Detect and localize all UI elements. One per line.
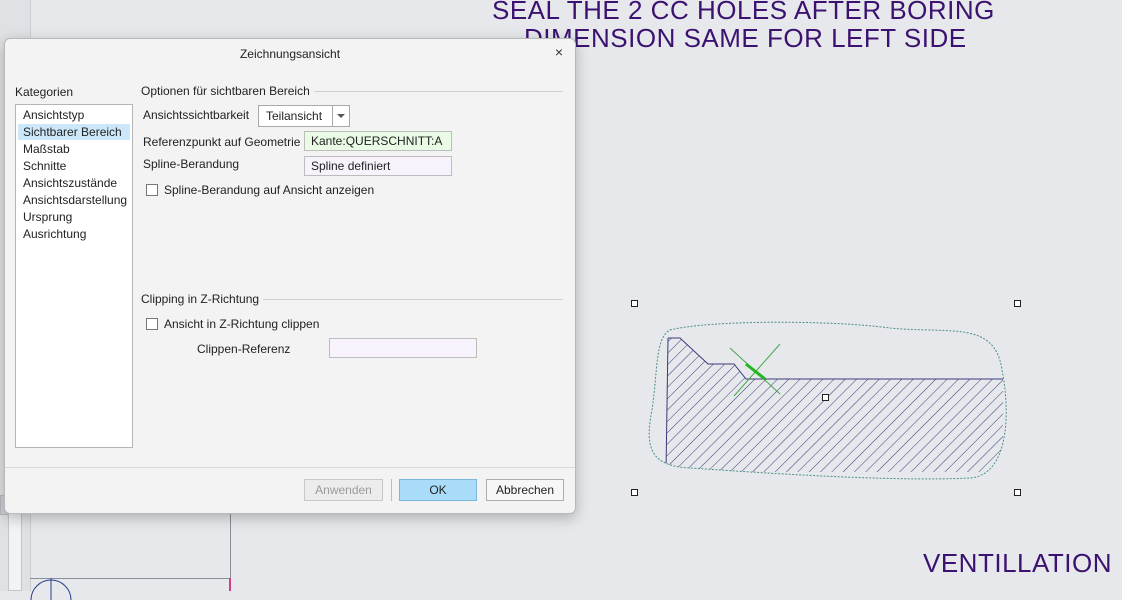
dialog-title: Zeichnungsansicht: [239, 47, 341, 61]
show-spline-label[interactable]: Spline-Berandung auf Ansicht anzeigen: [164, 183, 374, 197]
selection-handle-top-left[interactable]: [631, 300, 638, 307]
show-spline-checkbox[interactable]: [146, 184, 158, 196]
category-item-view-display[interactable]: Ansichtsdarstellung: [18, 192, 130, 208]
reference-point-label: Referenzpunkt auf Geometrie: [143, 135, 301, 149]
selection-handle-bottom-right[interactable]: [1014, 489, 1021, 496]
dialog-titlebar[interactable]: Zeichnungsansicht ×: [5, 39, 575, 69]
selection-handle-center[interactable]: [822, 394, 829, 401]
category-item-alignment[interactable]: Ausrichtung: [18, 226, 130, 242]
cancel-button[interactable]: Abbrechen: [486, 479, 564, 501]
drawing-frame-marker: [229, 578, 231, 591]
button-separator: [391, 479, 392, 501]
drawing-view-dialog: Zeichnungsansicht × Kategorien Ansichtst…: [4, 38, 576, 514]
categories-label: Kategorien: [15, 85, 74, 99]
category-item-view-type[interactable]: Ansichtstyp: [18, 107, 130, 123]
reference-point-field[interactable]: Kante:QUERSCHNITT:A: [304, 131, 452, 151]
origin-circle: [30, 578, 72, 600]
category-item-visible-area[interactable]: Sichtbarer Bereich: [18, 124, 130, 140]
category-item-scale[interactable]: Maßstab: [18, 141, 130, 157]
selection-handle-bottom-left[interactable]: [631, 489, 638, 496]
spline-boundary-label: Spline-Berandung: [143, 157, 240, 171]
footer-divider: [5, 467, 575, 468]
clip-z-label[interactable]: Ansicht in Z-Richtung clippen: [164, 317, 319, 331]
categories-list[interactable]: Ansichtstyp Sichtbarer Bereich Maßstab S…: [15, 104, 133, 448]
category-item-origin[interactable]: Ursprung: [18, 209, 130, 225]
visibility-dropdown[interactable]: Teilansicht: [258, 105, 350, 127]
chevron-down-icon[interactable]: [332, 106, 349, 126]
category-item-sections[interactable]: Schnitte: [18, 158, 130, 174]
close-icon[interactable]: ×: [551, 44, 567, 60]
apply-button[interactable]: Anwenden: [304, 479, 383, 501]
selection-handle-top-right[interactable]: [1014, 300, 1021, 307]
visibility-value: Teilansicht: [266, 109, 323, 123]
clip-reference-field[interactable]: [329, 338, 477, 358]
clip-z-checkbox[interactable]: [146, 318, 158, 330]
spline-boundary-field[interactable]: Spline definiert: [304, 156, 452, 176]
drawing-note-dimension[interactable]: DIMENSION SAME FOR LEFT SIDE: [524, 24, 967, 52]
clipping-group-title: Clipping in Z-Richtung: [141, 292, 264, 306]
visibility-label: Ansichtssichtbarkeit: [143, 108, 250, 122]
visible-area-group-title: Optionen für sichtbaren Bereich: [141, 84, 314, 98]
drawing-note-seal[interactable]: SEAL THE 2 CC HOLES AFTER BORING: [492, 0, 995, 24]
drawing-note-ventilation[interactable]: VENTILLATION: [923, 549, 1112, 577]
drawing-frame-line: [230, 512, 231, 578]
partial-view-geometry[interactable]: [630, 300, 1030, 500]
ok-button[interactable]: OK: [399, 479, 477, 501]
clip-reference-label: Clippen-Referenz: [197, 342, 291, 356]
category-item-view-states[interactable]: Ansichtszustände: [18, 175, 130, 191]
